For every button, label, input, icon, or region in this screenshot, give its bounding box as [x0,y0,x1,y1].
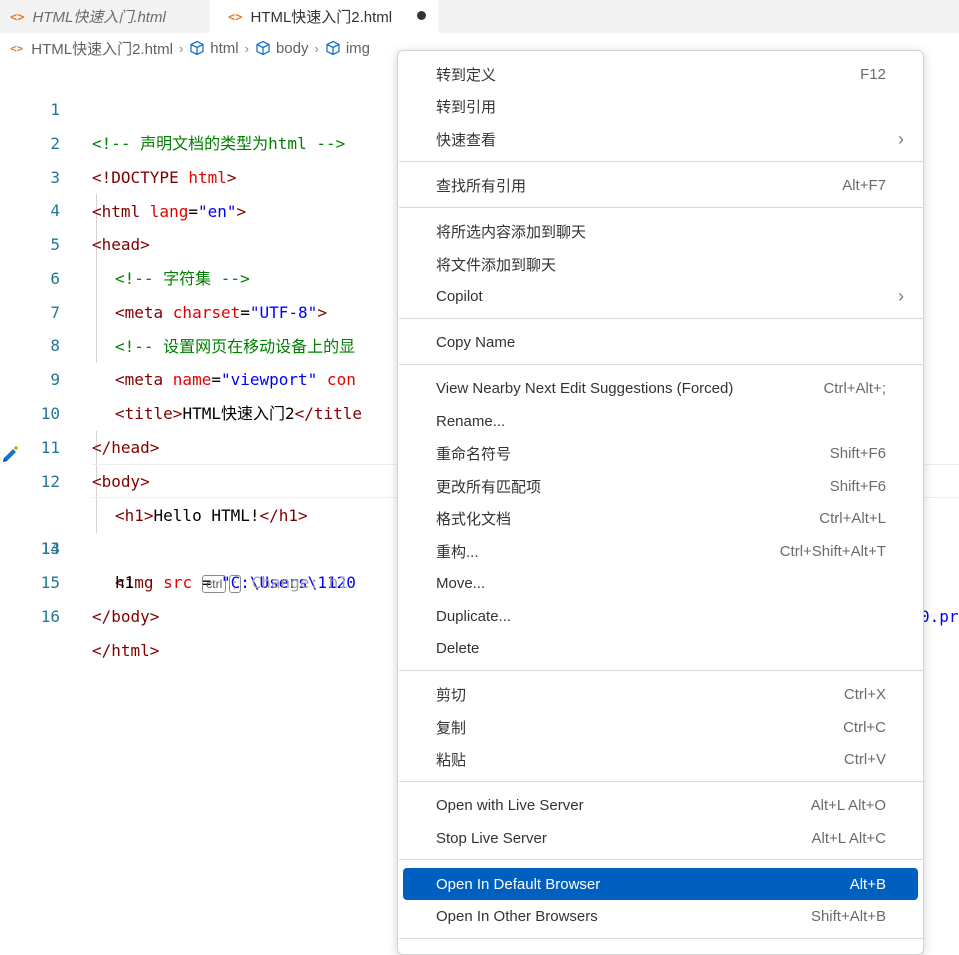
shortcut: Shift+F6 [829,444,886,462]
menu-item-paste[interactable]: 粘贴 Ctrl+V [403,744,918,774]
menu-item-copilot[interactable]: Copilot › [403,281,918,311]
menu-item-view-next-edit-suggestions[interactable]: View Nearby Next Edit Suggestions (Force… [403,373,918,403]
chevron-right-icon: › [178,40,184,56]
shortcut: Alt+B [849,875,886,893]
menu-item-format-document[interactable]: 格式化文档 Ctrl+Alt+L [403,503,918,533]
menu-item-add-file-to-chat[interactable]: 将文件添加到聊天 [403,249,918,279]
shortcut: Alt+F7 [842,176,886,194]
symbol-element-icon [190,40,204,56]
menu-item-rename-symbol[interactable]: 重命名符号 Shift+F6 [403,438,918,468]
breadcrumb-file[interactable]: <> HTML快速入门2.html [0,38,173,59]
menu-item-open-in-default-browser[interactable]: Open In Default Browser Alt+B [403,868,918,900]
chevron-right-icon: › [244,40,249,56]
shortcut: Ctrl+V [843,750,886,768]
shortcut: Ctrl+Shift+Alt+T [779,542,886,560]
tab-html-quickstart2[interactable]: <> HTML快速入门2.html [210,0,438,33]
menu-separator [399,670,924,671]
menu-item-rename[interactable]: Rename... [403,406,918,436]
menu-item-cut[interactable]: 剪切 Ctrl+X [403,679,918,709]
context-menu: 转到定义 F12 转到引用 快速查看 › 查找所有引用 Alt+F7 将所选内容… [397,50,924,955]
menu-item-delete[interactable]: Delete [403,633,918,663]
tab-bar: <> HTML快速入门.html <> HTML快速入门2.html [0,0,959,33]
menu-separator [399,859,924,860]
shortcut: Shift+Alt+B [810,907,886,925]
shortcut: Alt+L Alt+C [811,829,887,847]
code-token: 0.pr [920,607,959,626]
menu-item-add-selection-to-chat[interactable]: 将所选内容添加到聊天 [403,216,918,246]
menu-item-go-to-definition[interactable]: 转到定义 F12 [403,59,918,89]
menu-item-copy-name[interactable]: Copy Name [403,327,918,357]
menu-item-move[interactable]: Move... [403,568,918,598]
menu-separator [399,781,924,782]
menu-separator [399,938,924,939]
unsaved-dot-icon[interactable] [417,11,426,20]
tab-html-quickstart[interactable]: <> HTML快速入门.html [0,0,210,33]
html-file-icon: <> [10,41,24,55]
tab-label: HTML快速入门2.html [250,9,393,26]
symbol-element-icon [256,40,270,56]
shortcut: Ctrl+C [843,718,886,736]
menu-item-stop-live-server[interactable]: Stop Live Server Alt+L Alt+C [403,823,918,853]
menu-item-peek[interactable]: 快速查看 › [403,124,918,154]
chevron-right-icon: › [898,128,904,149]
line-number: 16 [40,607,60,626]
menu-separator [399,318,924,319]
menu-item-go-to-references[interactable]: 转到引用 [403,91,918,121]
shortcut: Shift+F6 [829,477,886,495]
html-file-icon: <> [10,9,25,24]
tab-label: HTML快速入门.html [32,9,166,26]
symbol-element-icon [326,40,340,56]
menu-item-change-all-occurrences[interactable]: 更改所有匹配项 Shift+F6 [403,471,918,501]
shortcut: Ctrl+X [843,685,886,703]
copilot-edit-icon[interactable] [0,445,22,467]
menu-item-find-all-references[interactable]: 查找所有引用 Alt+F7 [403,170,918,200]
breadcrumb-body[interactable]: body [255,40,309,57]
menu-item-refactor[interactable]: 重构... Ctrl+Shift+Alt+T [403,536,918,566]
breadcrumb-html[interactable]: html [189,40,239,57]
menu-separator [399,207,924,208]
shortcut: Ctrl+Alt+L [819,509,886,527]
breadcrumb: <> HTML快速入门2.html › html › body › img [0,37,370,59]
shortcut: Alt+L Alt+O [810,796,886,814]
breadcrumb-img[interactable]: img [325,40,370,57]
menu-item-copy[interactable]: 复制 Ctrl+C [403,712,918,742]
menu-item-open-with-live-server[interactable]: Open with Live Server Alt+L Alt+O [403,790,918,820]
menu-separator [399,364,924,365]
menu-item-duplicate[interactable]: Duplicate... [403,601,918,631]
menu-item-open-in-other-browsers[interactable]: Open In Other Browsers Shift+Alt+B [403,901,918,931]
code-token: </html> [92,641,160,660]
code-token: </body> [92,607,160,626]
chevron-right-icon: › [314,40,319,56]
shortcut: Ctrl+Alt+; [823,379,886,397]
html-file-icon: <> [228,9,243,24]
shortcut: F12 [860,65,886,83]
menu-separator [399,161,924,162]
chevron-right-icon: › [898,285,904,306]
